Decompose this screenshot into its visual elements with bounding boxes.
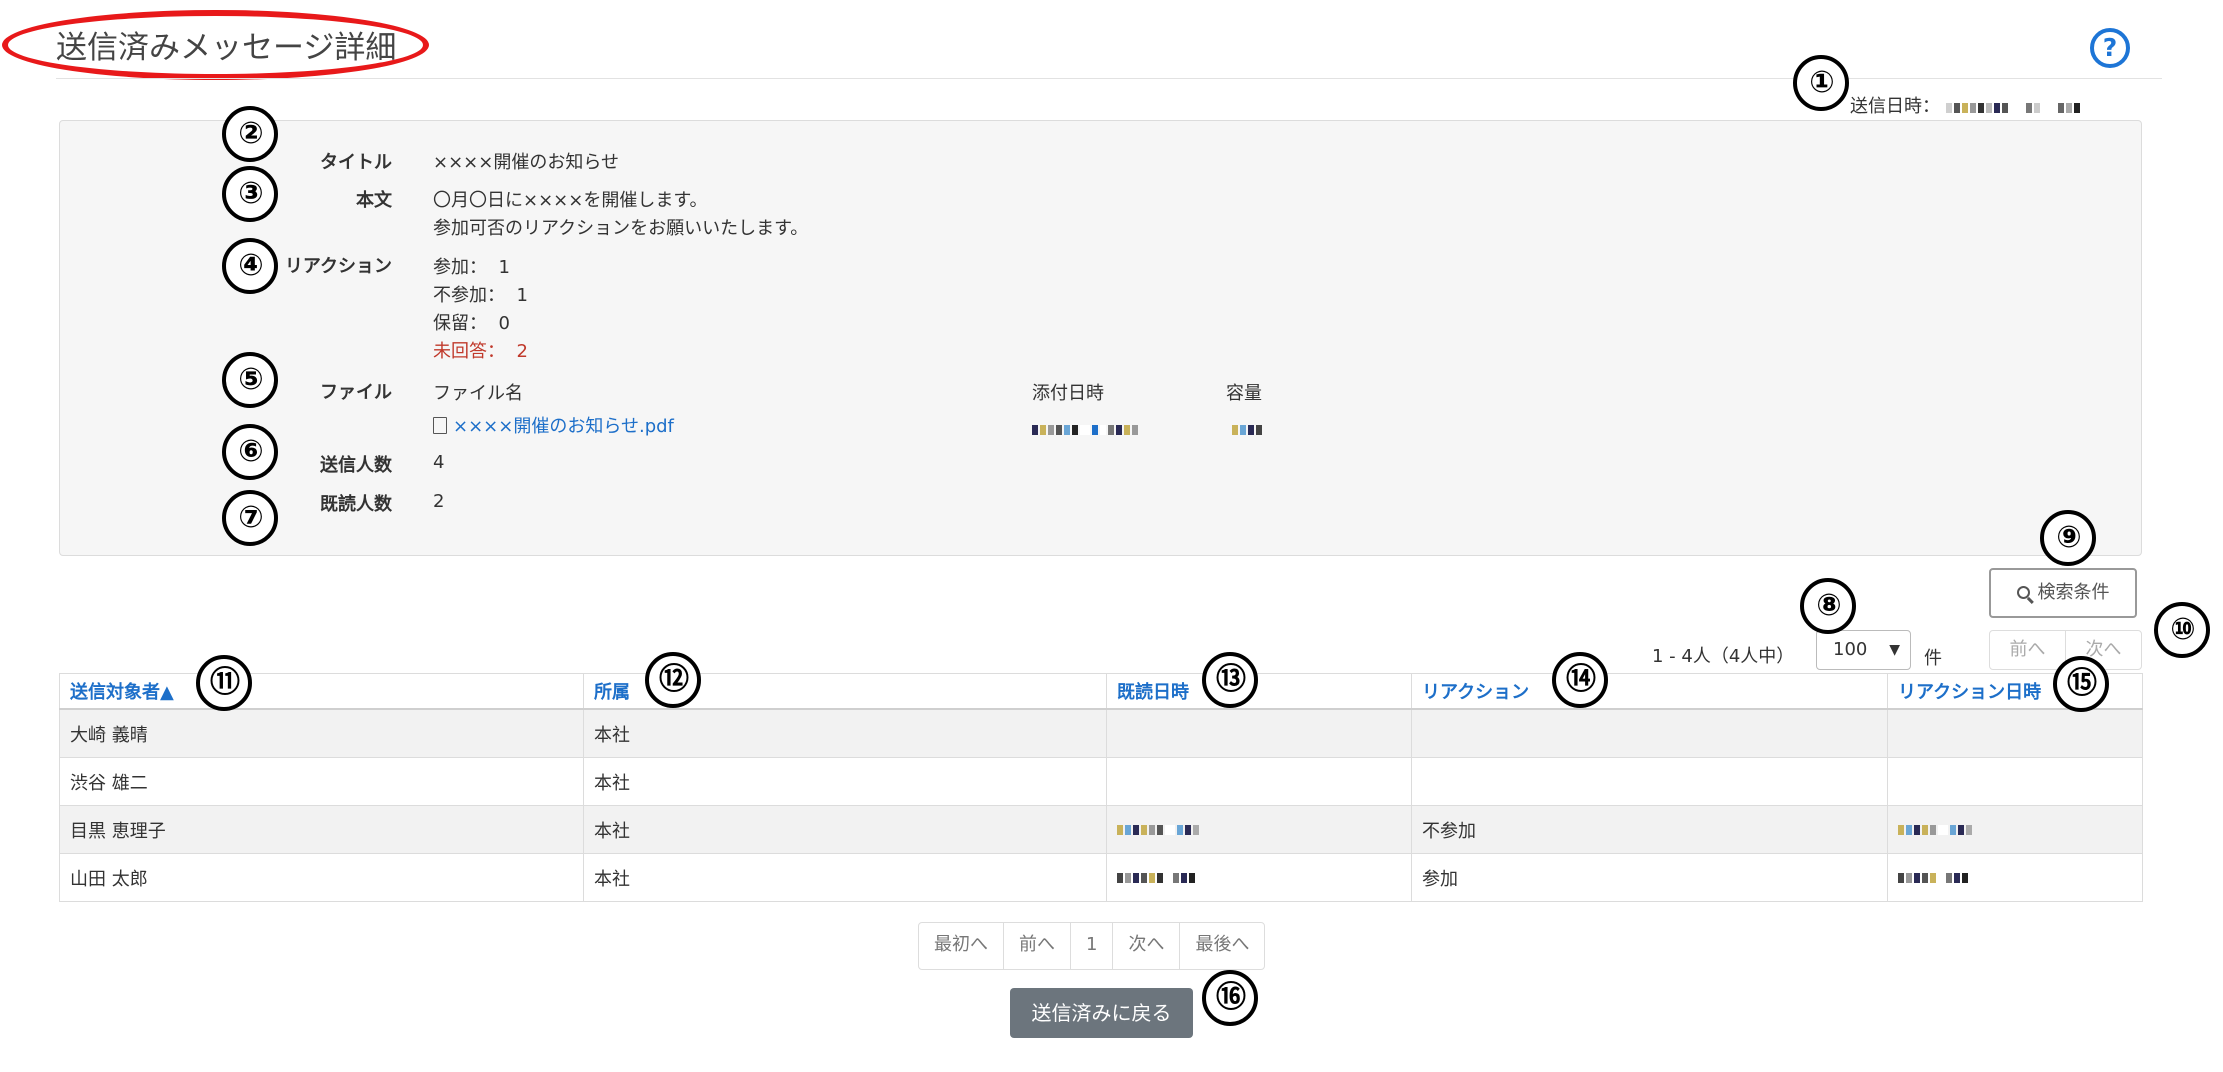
reaction-hold-count: 0	[498, 313, 510, 334]
back-to-sent-button[interactable]: 送信済みに戻る	[1010, 988, 1193, 1038]
reaction-decline: 不参加： 1	[433, 281, 528, 307]
reaction-unanswered-label: 未回答：	[433, 341, 505, 362]
table-row: 大崎 義晴 本社	[59, 708, 2143, 758]
search-conditions-label: 検索条件	[2037, 582, 2110, 603]
first-page-button[interactable]: 最初へ	[919, 923, 1004, 969]
reaction-join-label: 参加：	[433, 257, 487, 278]
annotation-badge-3: ③	[222, 166, 278, 222]
cell-read-datetime	[1106, 757, 1412, 806]
annotation-badge-4: ④	[222, 238, 278, 294]
title-value: ××××開催のお知らせ	[433, 152, 619, 173]
annotation-badge-15: ⑮	[2053, 656, 2109, 712]
cell-department: 本社	[583, 805, 1107, 854]
bottom-pagination: 最初へ 前へ 1 次へ 最後へ	[918, 922, 1266, 970]
reaction-unanswered: 未回答： 2	[433, 337, 528, 363]
table-row: 渋谷 雄二 本社	[59, 757, 2143, 806]
sent-date-label: 送信日時：	[1850, 96, 1940, 117]
next-page-button[interactable]: 次へ	[1113, 923, 1181, 969]
per-page-select[interactable]: 100 ▼	[1816, 630, 1911, 670]
annotation-badge-5: ⑤	[222, 352, 278, 408]
annotation-badge-8: ⑧	[1800, 578, 1856, 634]
cell-department: 本社	[583, 757, 1107, 806]
cell-recipient: 目黒 恵理子	[59, 805, 584, 854]
help-icon[interactable]: ?	[2090, 28, 2130, 68]
header-reaction[interactable]: リアクション	[1411, 673, 1888, 710]
top-prev-button[interactable]: 前へ	[1989, 630, 2066, 670]
cell-read-datetime	[1106, 708, 1412, 758]
title-label: タイトル	[320, 152, 392, 173]
reaction-join: 参加： 1	[433, 253, 510, 279]
header-read-datetime[interactable]: 既読日時	[1106, 673, 1412, 710]
annotation-badge-13: ⑬	[1202, 652, 1258, 708]
current-page[interactable]: 1	[1071, 923, 1114, 969]
cell-recipient: 大崎 義晴	[59, 708, 584, 758]
annotation-badge-7: ⑦	[222, 490, 278, 546]
file-name-link[interactable]: ××××開催のお知らせ.pdf	[453, 416, 674, 437]
reaction-join-count: 1	[498, 257, 510, 278]
cell-read-datetime-redacted	[1106, 853, 1412, 902]
table-row: 目黒 恵理子 本社 不参加	[59, 805, 2143, 854]
sent-date: 送信日時：	[1850, 92, 2082, 118]
cell-read-datetime-redacted	[1106, 805, 1412, 854]
recipient-table: 送信対象者▲ 所属 既読日時 リアクション リアクション日時 大崎 義晴 本社 …	[59, 673, 2143, 902]
cell-reaction-datetime-redacted	[1887, 805, 2143, 854]
cell-reaction	[1411, 708, 1888, 758]
last-page-button[interactable]: 最後へ	[1180, 923, 1264, 969]
cell-reaction-datetime	[1887, 757, 2143, 806]
annotation-badge-1: ①	[1793, 55, 1849, 111]
cell-department: 本社	[583, 853, 1107, 902]
read-count-value: 2	[433, 491, 445, 512]
annotation-badge-12: ⑫	[645, 652, 701, 708]
reaction-unanswered-count: 2	[516, 341, 528, 362]
cell-department: 本社	[583, 708, 1107, 758]
per-page-value: 100	[1833, 639, 1868, 660]
sent-count-value: 4	[433, 452, 445, 473]
header-recipient[interactable]: 送信対象者▲	[59, 673, 584, 710]
body-line-1: 〇月〇日に××××を開催します。	[433, 190, 708, 211]
table-row: 山田 太郎 本社 参加	[59, 853, 2143, 902]
reaction-decline-count: 1	[516, 285, 528, 306]
cell-reaction	[1411, 757, 1888, 806]
reaction-decline-label: 不参加：	[433, 285, 505, 306]
cell-recipient: 山田 太郎	[59, 853, 584, 902]
cell-reaction: 不参加	[1411, 805, 1888, 854]
reaction-hold-label: 保留：	[433, 313, 487, 334]
cell-recipient: 渋谷 雄二	[59, 757, 584, 806]
sent-date-value-redacted	[1945, 97, 2082, 118]
prev-page-button[interactable]: 前へ	[1004, 923, 1071, 969]
cell-reaction-datetime	[1887, 708, 2143, 758]
per-page-unit: 件	[1924, 648, 1942, 669]
file-date-redacted	[1032, 418, 1140, 440]
annotation-badge-6: ⑥	[222, 424, 278, 480]
annotation-badge-2: ②	[222, 106, 278, 162]
file-icon	[433, 417, 447, 434]
file-col-date: 添付日時	[1032, 383, 1104, 404]
search-conditions-button[interactable]: 検索条件	[1989, 568, 2137, 618]
search-icon	[2016, 586, 2034, 604]
reaction-hold: 保留： 0	[433, 309, 510, 335]
result-range: 1 - 4人（4人中）	[1652, 646, 1795, 667]
page-title: 送信済みメッセージ詳細	[56, 30, 397, 66]
cell-reaction-datetime-redacted	[1887, 853, 2143, 902]
annotation-badge-10: ⑩	[2154, 602, 2210, 658]
file-col-name: ファイル名	[433, 383, 523, 404]
cell-reaction: 参加	[1411, 853, 1888, 902]
annotation-badge-11: ⑪	[196, 655, 252, 711]
annotation-badge-14: ⑭	[1552, 652, 1608, 708]
file-size-redacted	[1232, 418, 1264, 440]
file-link[interactable]: ××××開催のお知らせ.pdf	[433, 412, 674, 438]
table-header-row: 送信対象者▲ 所属 既読日時 リアクション リアクション日時	[59, 673, 2143, 710]
annotation-badge-16: ⑯	[1202, 970, 1258, 1026]
file-col-size: 容量	[1226, 383, 1262, 404]
chevron-down-icon: ▼	[1889, 642, 1900, 658]
annotation-badge-9: ⑨	[2040, 510, 2096, 566]
body-line-2: 参加可否のリアクションをお願いいたします。	[433, 218, 809, 239]
